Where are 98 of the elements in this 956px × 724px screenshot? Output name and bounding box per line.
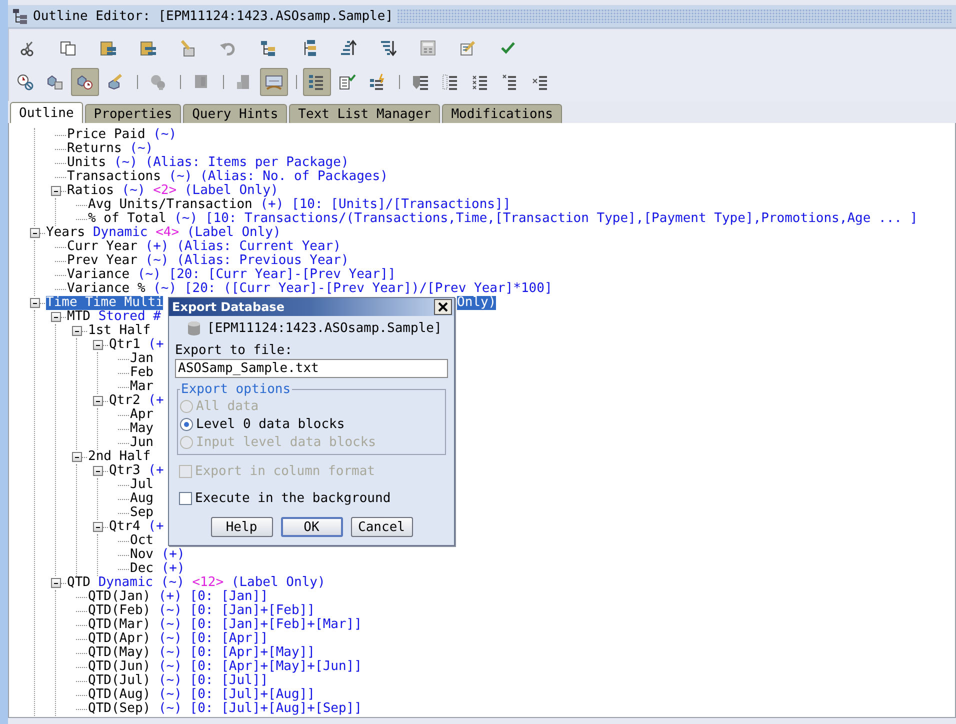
- tree-item[interactable]: QTD(Jun) (~) [0: [Apr]+[May]+[Jun]]: [88, 660, 362, 674]
- tree-item[interactable]: Sep: [130, 506, 154, 520]
- paste-icon: [99, 39, 117, 57]
- list-icon: [308, 73, 326, 91]
- tree-item[interactable]: QTD(Jul) (~) [0: [Jul]]: [88, 674, 268, 688]
- tree-item[interactable]: Jan: [130, 352, 154, 366]
- collapse-icon[interactable]: [93, 340, 103, 350]
- tree-item[interactable]: QTD(Jan) (+) [0: [Jan]]: [88, 590, 268, 604]
- tree-item[interactable]: 2nd Half: [88, 450, 151, 464]
- cross-list-icon: [531, 73, 549, 91]
- close-icon: [436, 300, 450, 314]
- dialog-button[interactable]: OK: [280, 517, 342, 537]
- database-icon: [187, 320, 201, 337]
- tree-item[interactable]: Apr: [130, 408, 154, 422]
- tree-item[interactable]: Price Paid (~): [67, 128, 177, 142]
- label-card-icon: [265, 73, 283, 91]
- tab[interactable]: Modifications: [442, 104, 562, 123]
- toolbar-button[interactable]: [71, 68, 99, 96]
- tree-item[interactable]: Aug: [130, 492, 154, 506]
- tree-item[interactable]: Returns (~): [67, 142, 154, 156]
- tree-item[interactable]: 1st Half: [88, 324, 151, 338]
- collapse-icon[interactable]: [72, 452, 82, 462]
- sort-down-icon: [379, 39, 397, 57]
- tree-item-text: Only): [457, 296, 496, 310]
- tree-item[interactable]: May: [130, 422, 154, 436]
- collapse-icon[interactable]: [51, 312, 61, 322]
- list-bolt-icon: [368, 73, 386, 91]
- shield-list-icon: [411, 73, 429, 91]
- radio-option[interactable]: Level 0 data blocks: [180, 415, 441, 433]
- tree-item[interactable]: QTD(May) (~) [0: [Apr]+[May]]: [88, 646, 315, 660]
- dialog-button[interactable]: Help: [210, 517, 272, 537]
- list-icon: [501, 73, 519, 91]
- tree-icon: [259, 39, 277, 57]
- tree-icon: [12, 8, 28, 24]
- tree-item[interactable]: Prev Year (~) (Alias: Previous Year): [67, 254, 349, 268]
- tree-item[interactable]: Years Dynamic <4> (Label Only): [46, 226, 281, 240]
- tree-item[interactable]: Curr Year (+) (Alias: Current Year): [67, 240, 341, 254]
- collapse-icon[interactable]: [72, 326, 82, 336]
- calculator-icon: [419, 39, 437, 57]
- tree-item[interactable]: QTD(Mar) (~) [0: [Jan]+[Feb]+[Mar]]: [88, 618, 362, 632]
- tree-item[interactable]: Jun: [130, 436, 154, 450]
- copy-icon: [59, 39, 77, 57]
- pencil-box-icon: [179, 39, 197, 57]
- cross-list-icon: [471, 73, 489, 91]
- field-label: Export to file:: [175, 343, 294, 358]
- tree-item[interactable]: Transactions (~) (Alias: No. of Packages): [67, 170, 388, 184]
- tree-item[interactable]: Jul: [130, 478, 154, 492]
- tree-item[interactable]: QTD(Aug) (~) [0: [Jul]+[Aug]]: [88, 688, 315, 702]
- cubes-icon: [46, 73, 64, 91]
- collapse-icon[interactable]: [93, 396, 103, 406]
- collapse-icon[interactable]: [93, 466, 103, 476]
- collapse-icon[interactable]: [30, 298, 40, 308]
- tree-item[interactable]: Qtr4 (+: [109, 520, 164, 534]
- tree-item[interactable]: Variance (~) [20: [Curr Year]-[Prev Year]]: [67, 268, 396, 282]
- collapse-icon[interactable]: [93, 522, 103, 532]
- collapse-icon[interactable]: [30, 228, 40, 238]
- collapse-icon[interactable]: [51, 186, 61, 196]
- block-icon: [192, 73, 210, 91]
- group-title: Export options: [180, 382, 292, 397]
- tree-item[interactable]: QTD(Sep) (~) [0: [Jul]+[Aug]+[Sep]]: [88, 702, 362, 716]
- tree-item[interactable]: Avg Units/Transaction (+) [10: [Units]/[Transactions]]: [88, 198, 511, 212]
- tree-item[interactable]: Qtr1 (+: [109, 338, 164, 352]
- tab[interactable]: Text List Manager: [289, 104, 440, 123]
- tab[interactable]: Properties: [84, 104, 182, 123]
- close-button[interactable]: [434, 299, 452, 315]
- tree-item[interactable]: Mar: [130, 380, 154, 394]
- tree-item[interactable]: MTD Stored #: [67, 310, 161, 324]
- tree-item[interactable]: Qtr2 (+: [109, 394, 164, 408]
- tree-item[interactable]: QTD(Apr) (~) [0: [Apr]]: [88, 632, 268, 646]
- tree-item[interactable]: % of Total (~) [10: Transactions/(Transactions,Time,[Transaction Type],[Payment Type],Promotions,Age ... ]: [88, 212, 918, 226]
- tree-item[interactable]: Units (~) (Alias: Items per Package): [67, 156, 349, 170]
- tree-item[interactable]: Time Time Multi: [46, 296, 164, 310]
- list-check-icon: [338, 73, 356, 91]
- edit-icon: [459, 39, 477, 57]
- sort-up-icon: [339, 39, 357, 57]
- window-title: Outline Editor: [EPM11124:1423.ASOsamp.Sample]: [33, 8, 394, 24]
- clock-icon: [16, 73, 34, 91]
- dialog-button[interactable]: Cancel: [350, 517, 412, 537]
- tree-item[interactable]: Nov (+): [130, 548, 185, 562]
- tree-item[interactable]: Feb: [130, 366, 154, 380]
- checkbox-option[interactable]: Execute in the background: [179, 489, 448, 507]
- tree-item[interactable]: QTD Dynamic (~) <12> (Label Only): [67, 576, 326, 590]
- cubes-clock-icon: [76, 73, 94, 91]
- file-name-field[interactable]: ASOSamp_Sample.txt: [175, 359, 448, 378]
- paste-icon: [139, 39, 157, 57]
- tree-item[interactable]: Oct: [130, 534, 154, 548]
- collapse-icon[interactable]: [51, 578, 61, 588]
- tree-item[interactable]: Variance % (~) [20: ([Curr Year]-[Prev Year])/[Prev Year]*100]: [67, 282, 552, 296]
- tree-item[interactable]: Ratios (~) <2> (Label Only): [67, 184, 278, 198]
- tab[interactable]: Query Hints: [183, 104, 288, 123]
- tree-item[interactable]: Qtr3 (+: [109, 464, 164, 478]
- tab[interactable]: Outline: [10, 102, 83, 123]
- dotted-list-icon: [441, 73, 459, 91]
- tree-item[interactable]: QTD(Feb) (~) [0: [Jan]+[Feb]]: [88, 604, 315, 618]
- database-name: [EPM11124:1423.ASOsamp.Sample]: [207, 321, 442, 336]
- tree-item[interactable]: Dec (+): [130, 562, 185, 576]
- cube-pencil-icon: [106, 73, 124, 91]
- dialog-title: Export Database: [172, 300, 284, 314]
